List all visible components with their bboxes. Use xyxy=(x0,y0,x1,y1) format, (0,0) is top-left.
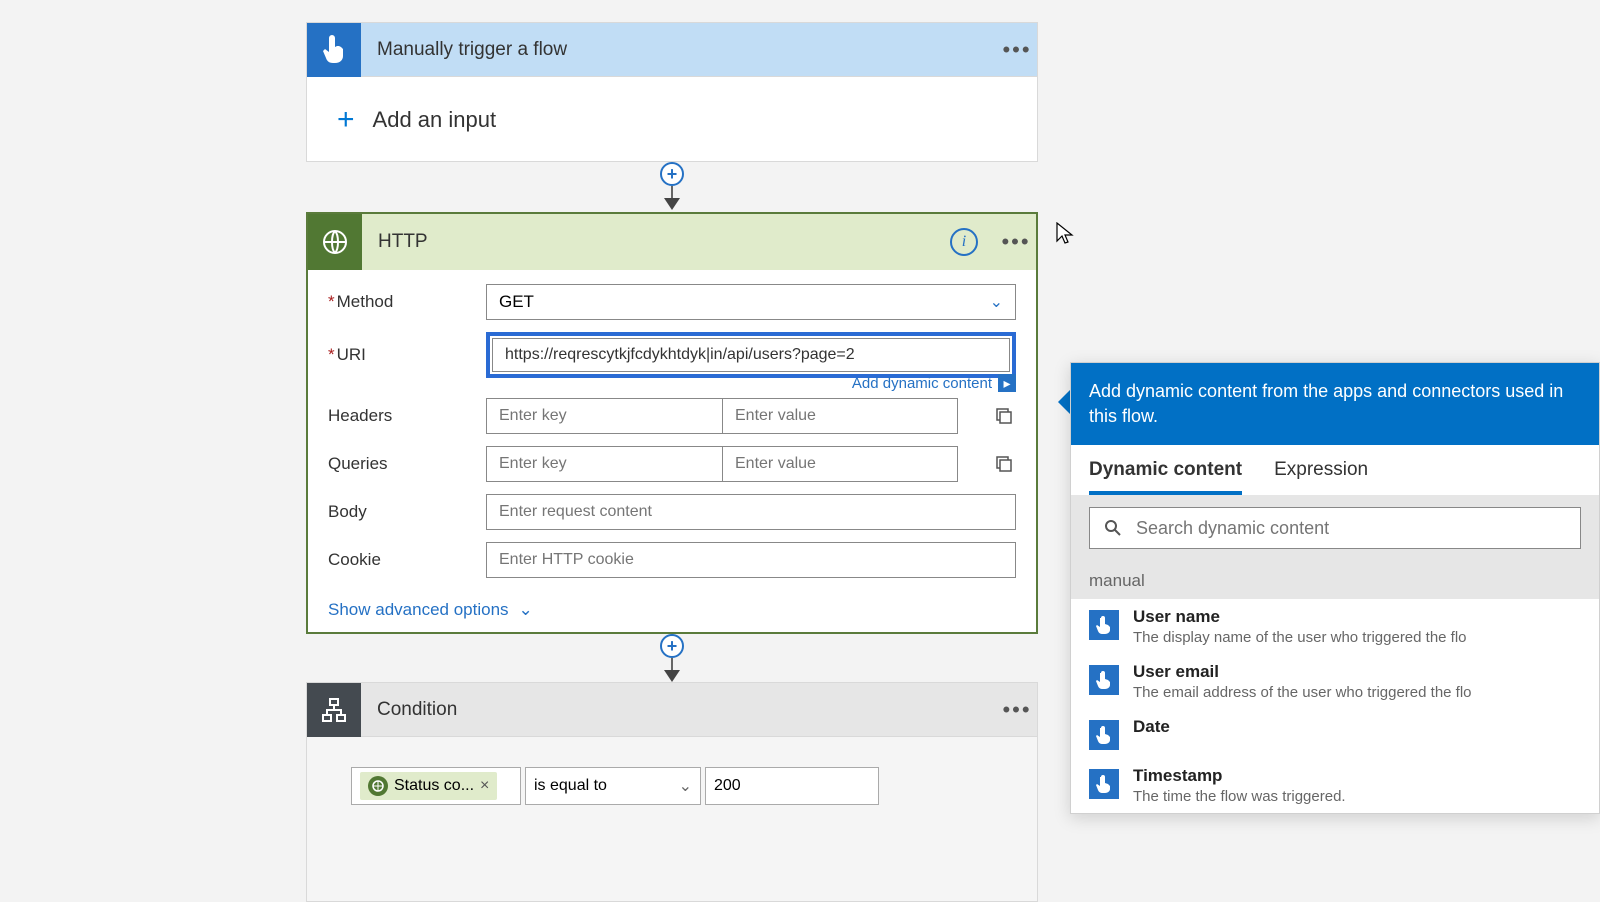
insert-step-button-2[interactable]: + xyxy=(660,634,684,658)
headers-value-input[interactable] xyxy=(722,398,958,434)
condition-header[interactable]: Condition ••• xyxy=(307,683,1037,737)
condition-left-operand[interactable]: Status co... × xyxy=(351,767,521,805)
condition-title: Condition xyxy=(377,699,997,721)
dynamic-content-search[interactable] xyxy=(1089,507,1581,549)
remove-token-button[interactable]: × xyxy=(480,777,489,795)
queries-key-input[interactable] xyxy=(486,446,722,482)
condition-card: Condition ••• Status co... × is equal to… xyxy=(306,682,1038,902)
manual-trigger-icon xyxy=(1089,610,1119,640)
tab-expression[interactable]: Expression xyxy=(1274,459,1368,495)
dc-item-name: User name xyxy=(1133,607,1467,627)
add-input-label: Add an input xyxy=(373,107,497,133)
queries-copy-icon[interactable] xyxy=(994,454,1014,474)
show-advanced-options-link[interactable]: Show advanced options ⌄ xyxy=(328,600,533,620)
status-token-label: Status co... xyxy=(394,777,474,795)
cookie-label: Cookie xyxy=(328,550,486,570)
dynamic-content-badge-icon: ▸ xyxy=(998,374,1016,392)
cookie-input[interactable] xyxy=(486,542,1016,578)
uri-input[interactable] xyxy=(492,338,1010,372)
manual-trigger-icon xyxy=(1089,665,1119,695)
dynamic-content-header: Add dynamic content from the apps and co… xyxy=(1071,363,1599,445)
info-button[interactable]: i xyxy=(950,228,978,256)
trigger-title: Manually trigger a flow xyxy=(377,39,997,61)
search-icon xyxy=(1104,519,1122,537)
method-select[interactable]: GET ⌄ xyxy=(486,284,1016,320)
dc-item-name: Date xyxy=(1133,717,1170,737)
status-token-icon xyxy=(368,776,388,796)
method-label: *Method xyxy=(328,292,486,312)
dc-item-timestamp[interactable]: Timestamp The time the flow was triggere… xyxy=(1071,758,1599,813)
chevron-down-icon: ⌄ xyxy=(990,292,1003,312)
condition-branch-icon xyxy=(307,683,361,737)
uri-label: *URI xyxy=(328,345,486,365)
dc-item-desc: The display name of the user who trigger… xyxy=(1133,629,1467,646)
http-menu-button[interactable]: ••• xyxy=(996,229,1036,255)
manual-trigger-icon xyxy=(307,23,361,77)
plus-icon: + xyxy=(337,103,355,137)
dc-item-user-name[interactable]: User name The display name of the user w… xyxy=(1071,599,1599,654)
add-input-button[interactable]: + Add an input xyxy=(307,77,1037,163)
manual-trigger-icon xyxy=(1089,720,1119,750)
dc-item-name: User email xyxy=(1133,662,1472,682)
queries-value-input[interactable] xyxy=(722,446,958,482)
mouse-cursor-icon xyxy=(1056,222,1074,246)
queries-label: Queries xyxy=(328,454,486,474)
dc-item-name: Timestamp xyxy=(1133,766,1346,786)
condition-menu-button[interactable]: ••• xyxy=(997,697,1037,723)
dc-item-date[interactable]: Date xyxy=(1071,709,1599,758)
arrow-down-icon xyxy=(664,670,680,682)
trigger-menu-button[interactable]: ••• xyxy=(997,37,1037,63)
chevron-down-icon: ⌄ xyxy=(679,776,692,796)
http-globe-icon xyxy=(308,214,362,270)
dc-item-desc: The time the flow was triggered. xyxy=(1133,788,1346,805)
add-dynamic-content-link[interactable]: Add dynamic content ▸ xyxy=(852,374,1016,392)
insert-step-button[interactable]: + xyxy=(660,162,684,186)
condition-operator-select[interactable]: is equal to ⌄ xyxy=(525,767,701,805)
body-label: Body xyxy=(328,502,486,522)
method-value: GET xyxy=(499,292,534,312)
tab-dynamic-content[interactable]: Dynamic content xyxy=(1089,459,1242,495)
condition-value-input[interactable] xyxy=(714,777,870,795)
trigger-card: Manually trigger a flow ••• + Add an inp… xyxy=(306,22,1038,162)
http-card: HTTP i ••• *Method GET ⌄ *URI xyxy=(306,212,1038,634)
chevron-down-icon: ⌄ xyxy=(519,600,533,620)
trigger-header[interactable]: Manually trigger a flow ••• xyxy=(307,23,1037,77)
dynamic-content-group-label: manual xyxy=(1071,561,1599,599)
manual-trigger-icon xyxy=(1089,769,1119,799)
dc-item-user-email[interactable]: User email The email address of the user… xyxy=(1071,654,1599,709)
uri-input-focus-ring xyxy=(486,332,1016,378)
headers-copy-icon[interactable] xyxy=(994,406,1014,426)
dynamic-content-search-input[interactable] xyxy=(1136,518,1566,539)
http-title: HTTP xyxy=(378,231,950,253)
body-input[interactable] xyxy=(486,494,1016,530)
http-header[interactable]: HTTP i ••• xyxy=(308,214,1036,270)
dc-item-desc: The email address of the user who trigge… xyxy=(1133,684,1472,701)
headers-key-input[interactable] xyxy=(486,398,722,434)
headers-label: Headers xyxy=(328,406,486,426)
dynamic-content-panel: Add dynamic content from the apps and co… xyxy=(1070,362,1600,814)
arrow-down-icon xyxy=(664,198,680,210)
condition-right-operand[interactable] xyxy=(705,767,879,805)
